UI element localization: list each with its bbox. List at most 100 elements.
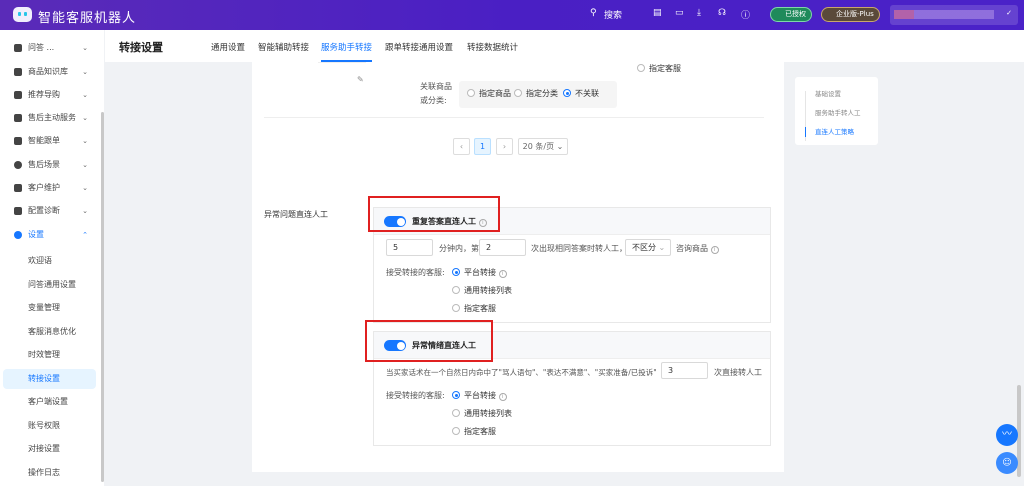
anchor-assistant[interactable]: 服务助手转人工 (815, 107, 861, 117)
user-account-menu[interactable]: ✓ (890, 5, 1018, 25)
help-icon[interactable]: ⓘ (741, 8, 750, 21)
tab-smart-assist[interactable]: 智能辅助转接 (258, 41, 309, 53)
sidebar-item-aftersale-active[interactable]: 售后主动服务 ⌄ (0, 107, 104, 129)
sidebar-sub-logs[interactable]: 操作日志 (3, 463, 96, 483)
sidebar-item-customer-care[interactable]: 客户维护 ⌄ (0, 177, 104, 199)
accept-label: 接受转接的客服: (386, 268, 445, 277)
activity-float-button[interactable]: 〰 (996, 424, 1018, 446)
tab-statistics[interactable]: 转接数据统计 (467, 41, 518, 53)
next-page-button[interactable]: › (496, 138, 513, 155)
sidebar-scrollbar[interactable] (101, 112, 104, 482)
distinguish-select[interactable]: 不区分 ⌄ (625, 239, 671, 256)
sidebar-item-recommend[interactable]: 推荐导购 ⌄ (0, 84, 104, 106)
option-platform[interactable]: 平台转接 i (452, 390, 507, 401)
option-assign-cs[interactable]: 指定客服 (452, 303, 496, 314)
anchor-direct[interactable]: 直连人工策略 (815, 126, 854, 136)
related-option-none[interactable]: 不关联 (563, 88, 599, 99)
page-header: 转接设置 通用设置 智能辅助转接 服务助手转接 跟单转接通用设置 转接数据统计 (105, 30, 1024, 62)
sidebar-item-product-kb[interactable]: 商品知识库 ⌄ (0, 61, 104, 83)
sidebar-item-smart-followup[interactable]: 智能跟单 ⌄ (0, 130, 104, 152)
sidebar-sub-permissions[interactable]: 账号权限 (3, 416, 96, 436)
sidebar-sub-transfer[interactable]: 转接设置 (3, 369, 96, 389)
diagnosis-icon (14, 207, 22, 215)
sidebar-label: 推荐导购 (28, 90, 60, 99)
page-title: 转接设置 (119, 41, 163, 54)
chevron-down-icon: ⌄ (82, 137, 88, 145)
scene-icon (14, 161, 22, 169)
sidebar-item-aftersale-scene[interactable]: 售后场景 ⌄ (0, 154, 104, 176)
authorized-badge: 已授权 (770, 7, 812, 22)
robot-logo-icon (13, 7, 32, 22)
bag-icon (14, 68, 22, 76)
edit-icon[interactable]: ✎ (357, 75, 364, 84)
download-icon[interactable]: ⤓ (697, 8, 701, 18)
option-general-list[interactable]: 通用转接列表 (452, 408, 512, 419)
anchor-nav: 基础设置 服务助手转人工 直连人工策略 (795, 77, 878, 145)
related-option-product[interactable]: 指定商品 (467, 88, 511, 99)
page-size-select[interactable]: 20 条/页 ⌄ (518, 138, 568, 155)
product-text: 咨询商品 i (676, 243, 719, 254)
emotion-suffix: 次直接转人工 (714, 368, 762, 377)
tab-service-assistant[interactable]: 服务助手转接 (321, 41, 372, 53)
sidebar-item-settings[interactable]: 设置 ⌃ (0, 224, 104, 246)
abnormal-section-label: 异常问题直连人工 (264, 210, 328, 219)
search-icon[interactable]: ⚲ (590, 8, 597, 18)
highlight-box (365, 320, 493, 362)
sidebar: 问答 ... ⌄ 商品知识库 ⌄ 推荐导购 ⌄ 售后主动服务 ⌄ 智能跟单 ⌄ 售后场景 ⌄… (0, 30, 104, 486)
chevron-down-icon: ⌄ (82, 184, 88, 192)
sidebar-sub-welcome[interactable]: 欢迎语 (3, 251, 96, 271)
page-1-button[interactable]: 1 (474, 138, 491, 155)
service-icon (14, 114, 22, 122)
tab-general[interactable]: 通用设置 (211, 41, 245, 53)
customer-icon (14, 184, 22, 192)
assign-cs-radio[interactable]: 指定客服 (637, 63, 681, 74)
minutes-input[interactable]: 5 (386, 239, 433, 256)
chat-robot-float-button[interactable]: ☺ (996, 452, 1018, 474)
top-bar: 智能客服机器人 ⚲ 搜索 ▤ ▭ ⤓ ☊ ⓘ 已授权 企业版-Plus ✓ (0, 0, 1024, 30)
sidebar-sub-client[interactable]: 客户端设置 (3, 392, 96, 412)
sidebar-sub-integration[interactable]: 对接设置 (3, 439, 96, 459)
tab-followup-general[interactable]: 跟单转接通用设置 (385, 41, 453, 53)
sidebar-sub-msg-optimize[interactable]: 客服消息优化 (3, 322, 96, 342)
sidebar-sub-timeliness[interactable]: 时效管理 (3, 345, 96, 365)
related-label: 关联商品或分类: (420, 82, 452, 105)
sidebar-item-qa[interactable]: 问答 ... ⌄ (0, 37, 104, 59)
sidebar-sub-qa-general[interactable]: 问答通用设置 (3, 275, 96, 295)
guide-icon (14, 91, 22, 99)
count-input[interactable]: 2 (479, 239, 526, 256)
chevron-down-icon: ⌄ (82, 91, 88, 99)
sidebar-label: 问答 ... (28, 43, 55, 52)
followup-icon (14, 137, 22, 145)
brand-name: 智能客服机器人 (38, 11, 137, 26)
sidebar-sub-variables[interactable]: 变量管理 (3, 298, 96, 318)
sidebar-label: 客户维护 (28, 183, 60, 192)
ticket-icon[interactable]: ▭ (675, 8, 684, 18)
chat-icon (14, 44, 22, 52)
document-icon[interactable]: ▤ (653, 8, 662, 18)
option-general-list[interactable]: 通用转接列表 (452, 285, 512, 296)
option-assign-cs[interactable]: 指定客服 (452, 426, 496, 437)
sidebar-label: 设置 (28, 230, 44, 239)
chevron-down-icon: ⌄ (82, 68, 88, 76)
minutes-text: 分钟内，第 (439, 244, 479, 253)
chevron-down-icon: ⌄ (82, 207, 88, 215)
emotion-count-input[interactable]: 3 (661, 362, 708, 379)
search-button[interactable]: 搜索 (604, 8, 622, 21)
emotion-desc: 当买家话术在一个自然日内命中了"骂人语句"、"表达不满意"、"买家准备/已投诉" (386, 368, 657, 377)
chevron-down-icon: ⌄ (82, 44, 88, 52)
prev-page-button[interactable]: ‹ (453, 138, 470, 155)
related-option-category[interactable]: 指定分类 (514, 88, 558, 99)
highlight-box (368, 196, 500, 232)
gear-icon (14, 231, 22, 239)
anchor-basic[interactable]: 基础设置 (815, 88, 841, 98)
option-platform[interactable]: 平台转接 i (452, 267, 507, 278)
chevron-up-icon: ⌃ (82, 231, 88, 239)
sidebar-label: 智能跟单 (28, 136, 60, 145)
sidebar-label: 配置诊断 (28, 206, 60, 215)
sidebar-label: 售后场景 (28, 160, 60, 169)
sidebar-item-diagnosis[interactable]: 配置诊断 ⌄ (0, 200, 104, 222)
chevron-down-icon: ⌄ (82, 114, 88, 122)
chevron-down-icon: ⌄ (82, 161, 88, 169)
headset-icon[interactable]: ☊ (718, 8, 726, 18)
accept-label: 接受转接的客服: (386, 391, 445, 400)
